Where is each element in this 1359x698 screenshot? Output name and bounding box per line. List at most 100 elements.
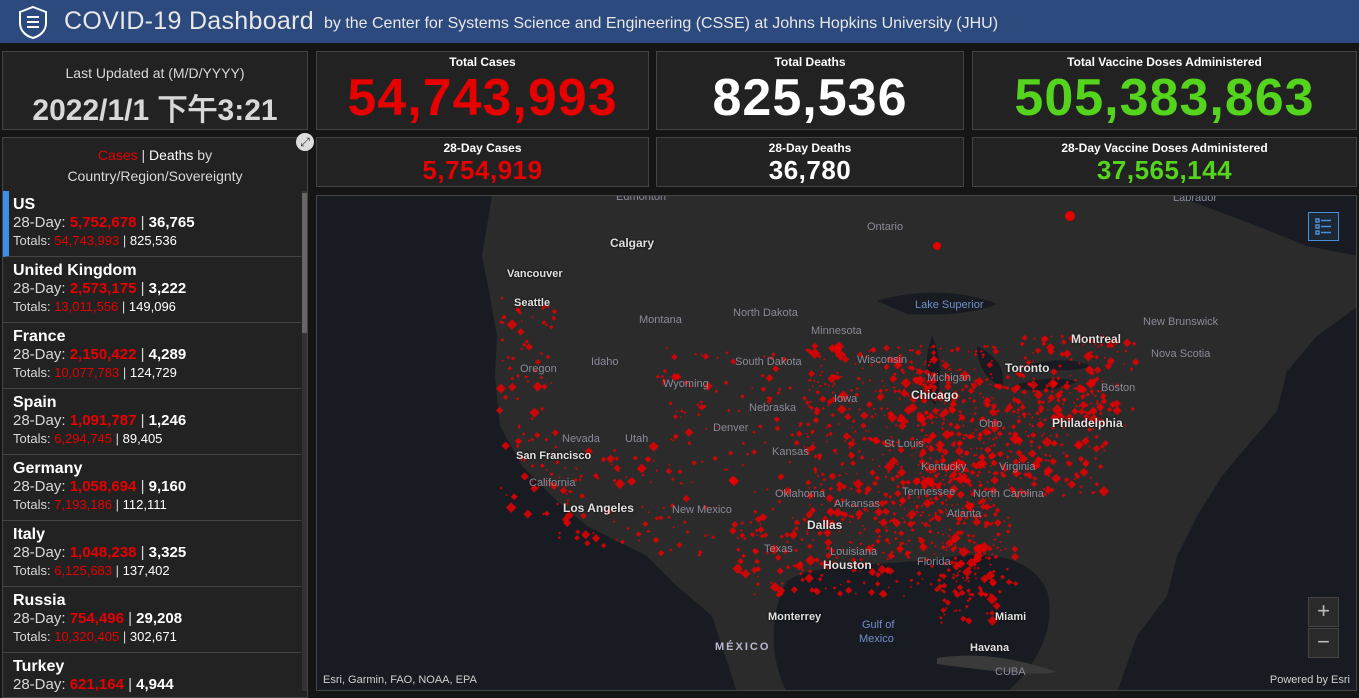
list-scrollbar-thumb[interactable]	[302, 193, 307, 333]
label-labrador: Labrador	[1173, 195, 1218, 204]
cases-tab[interactable]: Cases	[98, 147, 138, 163]
label-calgary: Calgary	[610, 236, 655, 250]
expand-icon[interactable]: ⤢	[296, 133, 314, 151]
prefix-28: 28-Day:	[13, 346, 70, 363]
list-item[interactable]: United Kingdom 28-Day: 2,573,175 | 3,222 T…	[3, 257, 301, 323]
zoom-in-button[interactable]: +	[1308, 597, 1339, 627]
label-boston: Boston	[1101, 382, 1136, 394]
deaths-28-cell: 1,246	[148, 412, 187, 429]
row-separator: |	[136, 412, 149, 429]
prefix-totals: Totals:	[13, 365, 55, 380]
row-separator: |	[136, 346, 149, 363]
total-cases-panel: Total Cases 54,743,993	[316, 51, 649, 130]
jhu-shield-icon	[19, 5, 47, 39]
map-panel[interactable]: Edmonton Calgary Vancouver Seattle Ontar…	[316, 195, 1357, 691]
label-nevada: Nevada	[562, 433, 600, 445]
row-28day: 28-Day: 2,573,175 | 3,222	[13, 280, 301, 298]
prefix-28: 28-Day:	[13, 280, 70, 297]
deaths-total-cell: 302,671	[129, 629, 177, 644]
prefix-totals: Totals:	[13, 497, 55, 512]
row-separator: |	[112, 431, 123, 446]
deaths-28-cell: 29,208	[136, 610, 183, 627]
prefix-28: 28-Day:	[13, 478, 70, 495]
row-separator: |	[112, 563, 123, 578]
list-item[interactable]: France 28-Day: 2,150,422 | 4,289 Totals: 1…	[3, 323, 301, 389]
label-gulf: Gulf of	[862, 619, 895, 631]
case-marker[interactable]	[1065, 211, 1075, 221]
label-florida: Florida	[917, 556, 951, 568]
label-monterrey: Monterrey	[768, 611, 822, 623]
list-item[interactable]: Germany 28-Day: 1,058,694 | 9,160 Totals: …	[3, 455, 301, 521]
map-attribution: Esri, Garmin, FAO, NOAA, EPA	[323, 674, 477, 686]
list-item[interactable]: Spain 28-Day: 1,091,787 | 1,246 Totals: 6,…	[3, 389, 301, 455]
row-separator: |	[119, 233, 130, 248]
map-canvas[interactable]	[317, 196, 1357, 691]
cases-28-panel: 28-Day Cases 5,754,919	[316, 137, 649, 187]
list-item[interactable]: Russia 28-Day: 754,496 | 29,208 Totals: 10…	[3, 587, 301, 653]
label-minnesota: Minnesota	[811, 325, 862, 337]
country-name: United Kingdom	[13, 262, 137, 279]
row-separator: |	[136, 280, 149, 297]
country-list-panel: Cases | Deaths by Country/Region/Soverei…	[2, 137, 308, 698]
cases-total-cell: 54,743,993	[54, 233, 120, 248]
label-north-dakota: North Dakota	[733, 307, 798, 319]
label-cuba: CUBA	[995, 666, 1026, 678]
cases-total-cell: 6,294,745	[54, 431, 113, 446]
label-south-dakota: South Dakota	[735, 356, 802, 368]
row-28day: 28-Day: 1,058,694 | 9,160	[13, 478, 301, 496]
prefix-28: 28-Day:	[13, 610, 70, 627]
deaths-28-value: 36,780	[768, 155, 852, 185]
label-ohio: Ohio	[979, 418, 1003, 430]
row-separator: |	[123, 610, 137, 627]
row-separator: |	[136, 214, 149, 231]
row-totals: Totals: 54,743,993 | 825,536	[13, 232, 301, 249]
vaccine-28-label: 28-Day Vaccine Doses Administered	[1061, 141, 1268, 155]
row-28day: 28-Day: 1,048,238 | 3,325	[13, 544, 301, 562]
row-28day: 28-Day: 621,164 | 4,944	[13, 676, 301, 694]
header-bar: COVID-19 Dashboard by the Center for Sys…	[0, 0, 1359, 43]
deaths-28-panel: 28-Day Deaths 36,780	[656, 137, 964, 187]
label-montreal: Montreal	[1071, 332, 1122, 346]
legend-list-icon[interactable]	[1308, 212, 1339, 241]
label-north-carolina: North Carolina	[973, 488, 1044, 500]
total-vaccine-label: Total Vaccine Doses Administered	[1067, 55, 1262, 69]
list-item[interactable]: Italy 28-Day: 1,048,238 | 3,325 Totals: 6,…	[3, 521, 301, 587]
label-gulf-mexico: Mexico	[859, 633, 894, 645]
cases-28-cell: 2,573,175	[69, 280, 137, 297]
powered-by-esri[interactable]: Powered by Esri	[1270, 674, 1350, 686]
title-separator: |	[137, 147, 150, 163]
cases-28-cell: 1,048,238	[69, 544, 137, 561]
country-list[interactable]: US 28-Day: 5,752,678 | 36,765 Totals: 54,7…	[3, 191, 301, 697]
cases-28-cell: 1,058,694	[69, 478, 137, 495]
row-separator: |	[112, 497, 123, 512]
label-lake-superior: Lake Superior	[915, 299, 984, 311]
total-vaccine-value: 505,383,863	[1014, 69, 1315, 127]
prefix-totals: Totals:	[13, 299, 55, 314]
country-name: France	[13, 328, 66, 345]
cases-total-cell: 6,125,683	[54, 563, 113, 578]
label-virginia: Virginia	[999, 461, 1036, 473]
row-totals: Totals: 13,011,556 | 149,096	[13, 298, 301, 315]
row-totals: Totals: 6,294,745 | 89,405	[13, 430, 301, 447]
country-name: Germany	[13, 460, 83, 477]
cases-total-cell: 7,193,186	[54, 497, 113, 512]
deaths-tab[interactable]: Deaths	[149, 147, 193, 163]
deaths-total-cell: 825,536	[129, 233, 177, 248]
row-separator: |	[136, 544, 149, 561]
deaths-28-cell: 4,944	[136, 676, 174, 693]
label-chicago: Chicago	[911, 388, 959, 402]
list-item[interactable]: US 28-Day: 5,752,678 | 36,765 Totals: 54,7…	[3, 191, 301, 257]
vaccine-28-panel: 28-Day Vaccine Doses Administered 37,565…	[972, 137, 1357, 187]
label-iowa: Iowa	[834, 393, 858, 405]
list-item[interactable]: Turkey 28-Day: 621,164 | 4,944	[3, 653, 301, 697]
prefix-28: 28-Day:	[13, 544, 70, 561]
row-28day: 28-Day: 1,091,787 | 1,246	[13, 412, 301, 430]
label-vancouver: Vancouver	[507, 268, 563, 280]
cases-28-cell: 621,164	[69, 676, 124, 693]
label-edmonton: Edmonton	[616, 195, 667, 203]
zoom-out-button[interactable]: −	[1308, 628, 1339, 658]
label-ontario: Ontario	[867, 221, 904, 233]
case-marker[interactable]	[933, 242, 941, 250]
label-toronto: Toronto	[1005, 361, 1050, 375]
label-mexico: MÉXICO	[715, 641, 771, 653]
